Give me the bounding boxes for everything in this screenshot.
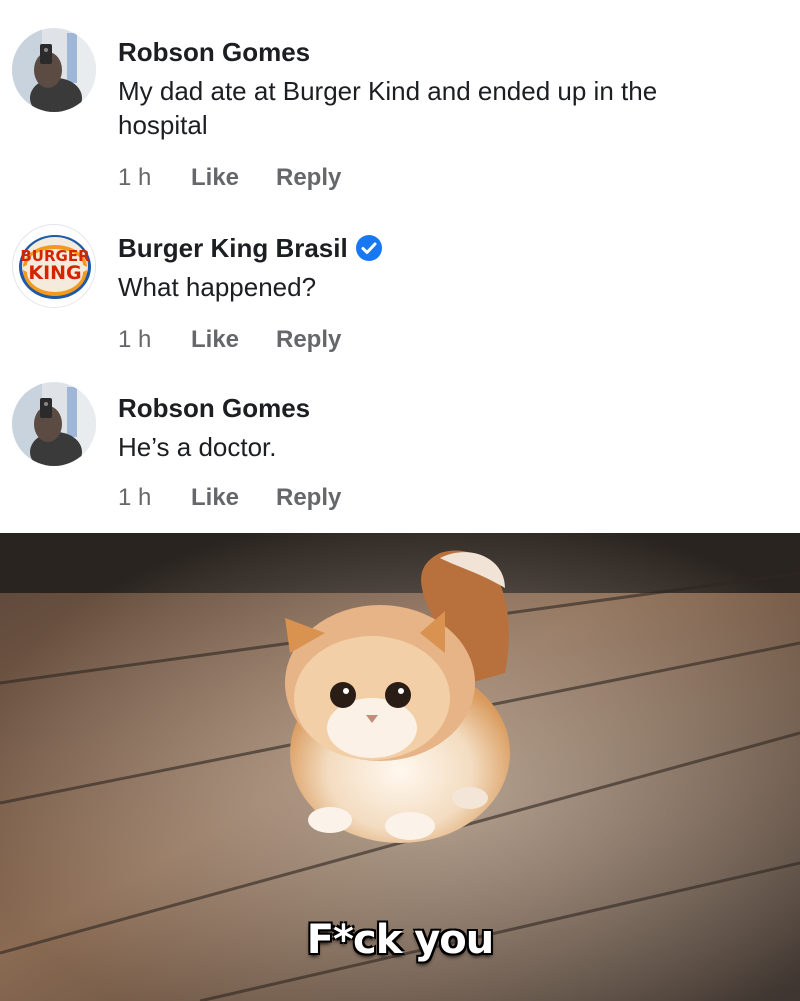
- author-name[interactable]: Robson Gomes: [118, 392, 310, 424]
- reply-button[interactable]: Reply: [276, 326, 341, 354]
- profile-photo-avatar-icon: [12, 382, 96, 466]
- comment-author[interactable]: Burger King Brasil: [118, 232, 780, 264]
- burger-king-logo-icon: BURGER KING: [14, 226, 95, 307]
- verified-badge-icon: [355, 235, 382, 261]
- avatar[interactable]: [12, 382, 96, 466]
- reply-button[interactable]: Reply: [276, 164, 341, 192]
- comment-timestamp: 1 h: [118, 326, 152, 353]
- meme-caption: F*ck you: [306, 917, 495, 963]
- like-button[interactable]: Like: [191, 484, 276, 512]
- profile-photo-avatar-icon: [12, 28, 96, 112]
- comment-text: What happened?: [118, 272, 317, 302]
- comment-timestamp: 1 h: [118, 164, 152, 191]
- comment-author[interactable]: Robson Gomes: [118, 392, 780, 424]
- author-name[interactable]: Burger King Brasil: [118, 232, 348, 264]
- like-button[interactable]: Like: [191, 326, 276, 354]
- comment-thread: Robson Gomes My dad ate at Burger Kind a…: [0, 0, 800, 533]
- comment-text: My dad ate at Burger Kind and ended up i…: [118, 76, 658, 140]
- logo-text-king: KING: [28, 262, 81, 284]
- reply-button[interactable]: Reply: [276, 484, 341, 512]
- author-name[interactable]: Robson Gomes: [118, 36, 310, 68]
- like-button[interactable]: Like: [191, 164, 276, 192]
- comment-author[interactable]: Robson Gomes: [118, 36, 780, 68]
- avatar[interactable]: [12, 28, 96, 112]
- comment-text: He’s a doctor.: [118, 432, 277, 462]
- comment-timestamp: 1 h: [118, 484, 152, 511]
- avatar[interactable]: BURGER KING: [12, 224, 96, 308]
